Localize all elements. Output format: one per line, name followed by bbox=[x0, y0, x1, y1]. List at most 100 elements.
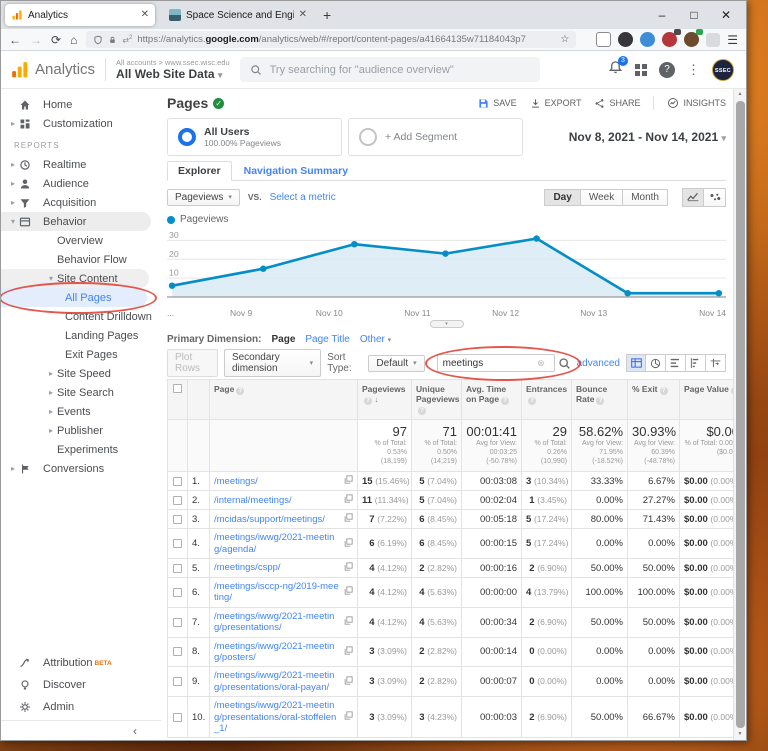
open-in-new-icon[interactable] bbox=[344, 513, 353, 522]
granularity-day[interactable]: Day bbox=[544, 189, 580, 206]
reload-icon[interactable]: ⟳ bbox=[51, 34, 61, 46]
tab-close-icon[interactable]: ✕ bbox=[299, 10, 307, 20]
date-range-selector[interactable]: Nov 8, 2021 - Nov 14, 2021 ▾ bbox=[569, 130, 726, 144]
hamburger-menu-icon[interactable]: ☰ bbox=[727, 33, 738, 47]
sidebar-item-realtime[interactable]: ▸Realtime bbox=[1, 155, 161, 174]
new-tab-button[interactable]: + bbox=[313, 7, 341, 23]
page-link[interactable]: /meetings/iwwg/2021-meeting/presentation… bbox=[214, 700, 341, 734]
sidebar-item-content-drilldown[interactable]: Content Drilldown bbox=[1, 307, 161, 326]
scrollbar-thumb[interactable] bbox=[736, 101, 745, 728]
sidebar-item-landing-pages[interactable]: Landing Pages bbox=[1, 326, 161, 345]
sidebar-item-discover[interactable]: Discover bbox=[1, 674, 161, 696]
granularity-week[interactable]: Week bbox=[581, 189, 623, 206]
expander-right-icon[interactable]: ▸ bbox=[7, 119, 19, 128]
row-checkbox[interactable] bbox=[173, 618, 182, 627]
row-checkbox[interactable] bbox=[173, 713, 182, 722]
page-link[interactable]: /meetings/iwwg/2021-meeting/presentation… bbox=[214, 670, 341, 693]
col-header-pageviews[interactable]: Pageviews? ↓ bbox=[358, 380, 412, 420]
row-checkbox[interactable] bbox=[173, 539, 182, 548]
extension-icon-3[interactable] bbox=[640, 32, 655, 47]
clear-search-icon[interactable]: ⊗ bbox=[537, 358, 545, 369]
insights-button[interactable]: INSIGHTS bbox=[667, 97, 726, 109]
open-in-new-icon[interactable] bbox=[344, 562, 353, 571]
open-in-new-icon[interactable] bbox=[344, 475, 353, 484]
expander-right-icon[interactable]: ▸ bbox=[45, 388, 57, 397]
view-percentage-icon[interactable] bbox=[646, 354, 666, 372]
ga-logo[interactable]: Analytics bbox=[11, 61, 95, 79]
sidebar-item-all-pages[interactable]: All Pages bbox=[1, 288, 147, 307]
home-icon[interactable]: ⌂ bbox=[70, 34, 77, 46]
open-in-new-icon[interactable] bbox=[344, 646, 353, 655]
view-table-icon[interactable] bbox=[626, 354, 646, 372]
select-metric-link[interactable]: Select a metric bbox=[270, 192, 336, 203]
sidebar-item-conversions[interactable]: ▸Conversions bbox=[1, 459, 161, 478]
select-all-checkbox[interactable] bbox=[168, 380, 188, 420]
sidebar-item-site-search[interactable]: ▸Site Search bbox=[1, 383, 161, 402]
row-checkbox[interactable] bbox=[173, 647, 182, 656]
granularity-month[interactable]: Month bbox=[623, 189, 668, 206]
row-checkbox[interactable] bbox=[173, 515, 182, 524]
close-button[interactable]: ✕ bbox=[710, 8, 742, 22]
page-link[interactable]: /meetings/ bbox=[214, 476, 341, 487]
secondary-dimension-dropdown[interactable]: Secondary dimension▾ bbox=[224, 349, 321, 377]
save-button[interactable]: SAVE bbox=[478, 98, 516, 109]
sidebar-item-behavior-flow[interactable]: Behavior Flow bbox=[1, 250, 161, 269]
help-icon[interactable]: ? bbox=[659, 62, 675, 78]
sidebar-item-customization[interactable]: ▸Customization bbox=[1, 114, 161, 133]
export-button[interactable]: EXPORT bbox=[530, 98, 582, 109]
tab-close-icon[interactable]: ✕ bbox=[141, 10, 149, 20]
extension-icon-2[interactable] bbox=[618, 32, 633, 47]
sidebar-item-home[interactable]: Home bbox=[1, 95, 161, 114]
open-in-new-icon[interactable] bbox=[344, 676, 353, 685]
open-in-new-icon[interactable] bbox=[344, 711, 353, 720]
expander-right-icon[interactable]: ▸ bbox=[7, 198, 19, 207]
col-header-exit[interactable]: % Exit? bbox=[628, 380, 680, 420]
motion-chart-type-button[interactable] bbox=[704, 188, 726, 207]
add-segment-button[interactable]: + Add Segment bbox=[348, 118, 523, 156]
row-checkbox[interactable] bbox=[173, 588, 182, 597]
tracking-shield-icon[interactable] bbox=[93, 35, 103, 45]
tab-explorer[interactable]: Explorer bbox=[167, 161, 232, 181]
expander-right-icon[interactable]: ▸ bbox=[7, 464, 19, 473]
scroll-up-icon[interactable]: ▲ bbox=[738, 89, 743, 100]
extension-icon-1[interactable] bbox=[596, 32, 611, 47]
page-scrollbar[interactable]: ▲ ▼ bbox=[733, 89, 746, 740]
expander-down-icon[interactable]: ▾ bbox=[7, 217, 19, 226]
open-in-new-icon[interactable] bbox=[344, 494, 353, 503]
view-performance-icon[interactable] bbox=[666, 354, 686, 372]
expander-right-icon[interactable]: ▸ bbox=[45, 369, 57, 378]
notifications-bell-icon[interactable]: 3 bbox=[608, 60, 623, 80]
page-link[interactable]: /meetings/iwwg/2021-meeting/agenda/ bbox=[214, 532, 341, 555]
col-header-entrances[interactable]: Entrances? bbox=[522, 380, 572, 420]
account-selector[interactable]: All accounts > www.ssec.wisc.edu All Web… bbox=[105, 58, 230, 81]
ga-search-box[interactable]: Try searching for "audience overview" bbox=[240, 57, 540, 82]
address-field[interactable]: ⇄2 https://analytics.google.com/analytic… bbox=[86, 31, 576, 48]
sidebar-item-behavior[interactable]: ▾Behavior bbox=[1, 212, 151, 231]
dimension-other[interactable]: Other ▾ bbox=[360, 334, 391, 345]
plot-rows-button[interactable]: Plot Rows bbox=[167, 349, 218, 377]
sidebar-item-exit-pages[interactable]: Exit Pages bbox=[1, 345, 161, 364]
extension-icon-4[interactable] bbox=[662, 32, 677, 47]
col-header-bounce-rate[interactable]: Bounce Rate? bbox=[572, 380, 628, 420]
row-checkbox[interactable] bbox=[173, 677, 182, 686]
expander-right-icon[interactable]: ▸ bbox=[45, 407, 57, 416]
page-link[interactable]: /meetings/iwwg/2021-meeting/presentation… bbox=[214, 611, 341, 634]
apps-grid-icon[interactable] bbox=[635, 64, 647, 76]
sort-type-dropdown[interactable]: Default▾ bbox=[368, 355, 424, 372]
page-link[interactable]: /meetings/cspp/ bbox=[214, 562, 341, 573]
open-in-new-icon[interactable] bbox=[344, 538, 353, 547]
col-header-page[interactable]: Page? bbox=[210, 380, 358, 420]
search-submit-icon[interactable] bbox=[558, 357, 571, 370]
collapse-sidebar-icon[interactable]: ‹ bbox=[133, 724, 137, 738]
extension-overflow[interactable] bbox=[706, 33, 720, 47]
advanced-search-link[interactable]: advanced bbox=[577, 358, 620, 369]
row-checkbox[interactable] bbox=[173, 496, 182, 505]
maximize-button[interactable]: □ bbox=[678, 8, 710, 22]
sidebar-item-experiments[interactable]: Experiments bbox=[1, 440, 161, 459]
back-icon[interactable]: ← bbox=[9, 34, 21, 46]
minimize-button[interactable]: – bbox=[646, 8, 678, 22]
expander-right-icon[interactable]: ▸ bbox=[45, 426, 57, 435]
bookmark-star-icon[interactable]: ☆ bbox=[560, 34, 569, 45]
col-header-unique-pageviews[interactable]: Unique Pageviews? bbox=[412, 380, 462, 420]
expander-right-icon[interactable]: ▸ bbox=[7, 160, 19, 169]
